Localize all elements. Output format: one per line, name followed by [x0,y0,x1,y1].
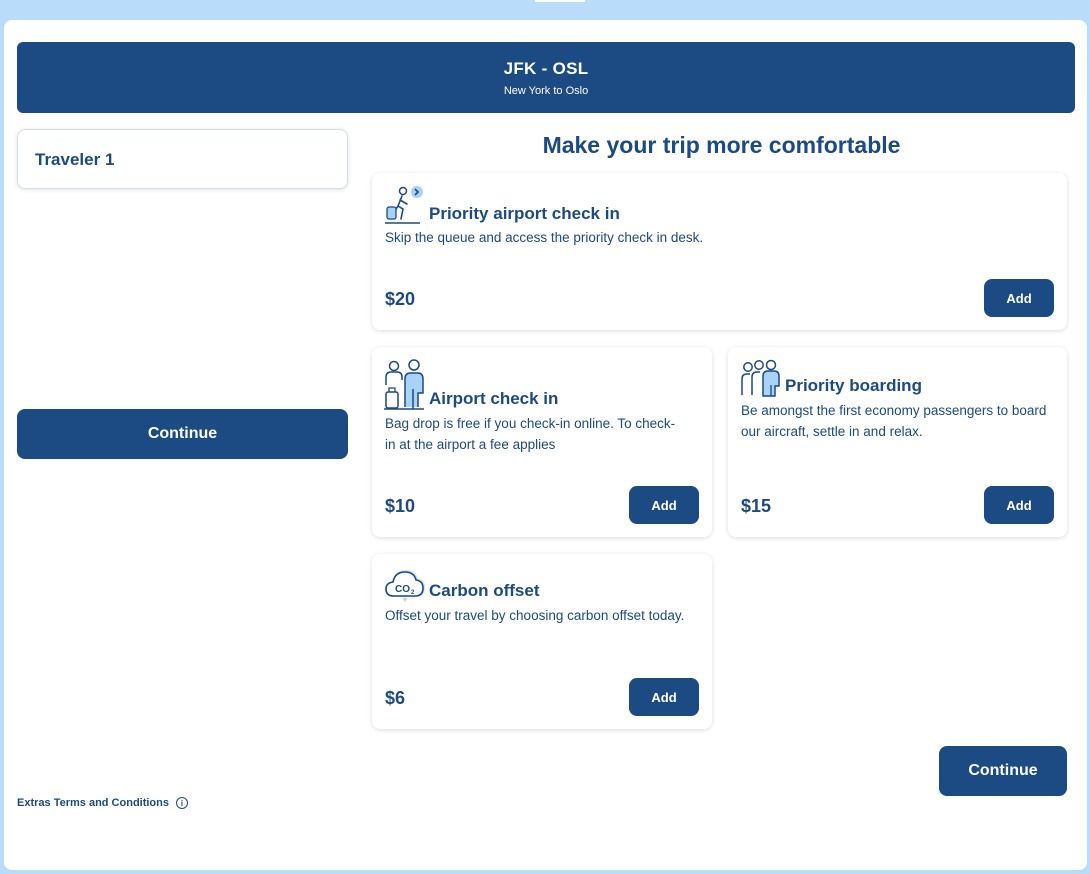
traveler-label: Traveler 1 [35,150,115,169]
airport-checkin-icon [384,359,426,416]
priority-checkin-icon [384,185,426,230]
continue-button[interactable]: Continue [939,746,1067,796]
extra-price: $20 [385,289,416,309]
extra-description: Be amongst the first economy passengers … [741,403,1047,439]
extras-terms-link[interactable]: Extras Terms and Conditions i [17,797,188,809]
svg-text:CO: CO [395,584,410,595]
extra-title: Airport check in [429,389,559,408]
extra-card-carbon-offset: CO 2 Carbon offset Offset your travel by… [372,554,712,729]
terms-label: Extras Terms and Conditions [17,797,169,809]
extra-card-priority-checkin: Priority airport check in Skip the queue… [372,173,1067,330]
route-header: JFK - OSL New York to Oslo [17,42,1075,113]
add-priority-checkin-button[interactable]: Add [984,279,1054,317]
add-carbon-offset-button[interactable]: Add [629,678,699,716]
info-icon[interactable]: i [176,797,188,809]
priority-boarding-icon [740,359,782,404]
carbon-offset-icon: CO 2 [384,565,426,610]
section-title: Make your trip more comfortable [542,132,901,158]
extra-description: Offset your travel by choosing carbon of… [385,608,685,623]
extra-card-airport-checkin: Airport check in Bag drop is free if you… [372,347,712,537]
extra-title: Priority boarding [785,376,922,395]
extra-price: $15 [741,496,772,516]
route-code: JFK - OSL [503,59,589,78]
extra-title: Priority airport check in [429,204,620,223]
extra-price: $6 [385,688,406,708]
add-airport-checkin-button[interactable]: Add [629,486,699,524]
route-name: New York to Oslo [503,85,589,97]
traveler-tab[interactable]: Traveler 1 [17,129,348,189]
extra-description: Skip the queue and access the priority c… [385,230,704,245]
extra-title: Carbon offset [429,581,540,600]
extra-price: $10 [385,496,416,516]
window-top-tab [535,0,585,2]
extra-card-priority-boarding: Priority boarding Be amongst the first e… [728,347,1067,537]
extra-description: Bag drop is free if you check-in online.… [385,416,676,452]
add-priority-boarding-button[interactable]: Add [984,486,1054,524]
continue-button-sidebar[interactable]: Continue [17,409,348,459]
